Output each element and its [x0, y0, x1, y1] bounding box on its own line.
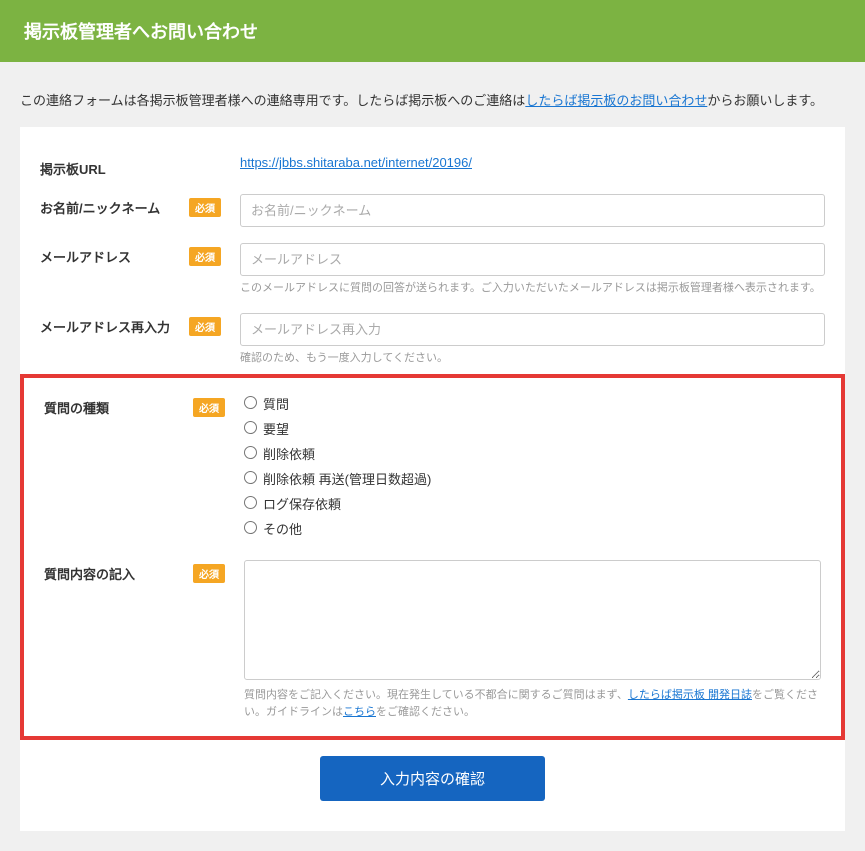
highlight-box: 質問の種類 必須 質問 要望 削除依頼 削除依頼 再送(管理日数超過) ログ保存…	[20, 374, 845, 740]
email-help: このメールアドレスに質問の回答が送られます。ご入力いただいたメールアドレスは掲示…	[240, 280, 825, 297]
radio-label: ログ保存依頼	[263, 497, 341, 512]
label-email-confirm: メールアドレス再入力	[40, 317, 170, 336]
submit-button[interactable]: 入力内容の確認	[320, 756, 545, 801]
row-question-type: 質問の種類 必須 質問 要望 削除依頼 削除依頼 再送(管理日数超過) ログ保存…	[24, 386, 841, 552]
radio-label: 要望	[263, 422, 289, 437]
page-header: 掲示板管理者へお問い合わせ	[0, 0, 865, 62]
label-question-type: 質問の種類	[44, 398, 109, 417]
radio-option[interactable]: 削除依頼 再送(管理日数超過)	[244, 469, 821, 488]
name-input[interactable]	[240, 194, 825, 227]
radio-label: 削除依頼	[263, 447, 315, 462]
required-badge: 必須	[189, 317, 221, 336]
submit-row: 入力内容の確認	[20, 756, 845, 801]
dev-diary-link[interactable]: したらば掲示板 開発日誌	[628, 689, 752, 701]
row-name: お名前/ニックネーム 必須	[20, 186, 845, 235]
radio-group-question-type: 質問 要望 削除依頼 削除依頼 再送(管理日数超過) ログ保存依頼 その他	[244, 394, 821, 538]
label-name: お名前/ニックネーム	[40, 198, 160, 217]
row-email-confirm: メールアドレス再入力 必須 確認のため、もう一度入力してください。	[20, 305, 845, 375]
radio-option[interactable]: その他	[244, 519, 821, 538]
radio-input[interactable]	[244, 496, 257, 509]
intro-suffix: からお願いします。	[707, 93, 823, 108]
row-email: メールアドレス 必須 このメールアドレスに質問の回答が送られます。ご入力いただい…	[20, 235, 845, 305]
content-textarea[interactable]	[244, 560, 821, 680]
form-panel: 掲示板URL https://jbbs.shitaraba.net/intern…	[20, 127, 845, 831]
guideline-link[interactable]: こちら	[343, 706, 376, 718]
radio-option[interactable]: 質問	[244, 394, 821, 413]
intro-prefix: この連絡フォームは各掲示板管理者様への連絡専用です。したらば掲示板へのご連絡は	[20, 93, 525, 108]
content-help: 質問内容をご記入ください。現在発生している不都合に関するご質問はまず、したらば掲…	[244, 687, 821, 720]
intro-text: この連絡フォームは各掲示板管理者様への連絡専用です。したらば掲示板へのご連絡はし…	[0, 62, 865, 127]
label-content: 質問内容の記入	[44, 564, 135, 583]
label-url: 掲示板URL	[40, 159, 106, 178]
radio-label: 削除依頼 再送(管理日数超過)	[263, 472, 431, 487]
radio-input[interactable]	[244, 421, 257, 434]
radio-option[interactable]: 削除依頼	[244, 444, 821, 463]
email-confirm-help: 確認のため、もう一度入力してください。	[240, 350, 825, 367]
radio-label: その他	[263, 522, 302, 537]
board-url-link[interactable]: https://jbbs.shitaraba.net/internet/2019…	[240, 155, 472, 170]
page-title: 掲示板管理者へお問い合わせ	[24, 22, 258, 42]
radio-input[interactable]	[244, 396, 257, 409]
radio-input[interactable]	[244, 446, 257, 459]
email-input[interactable]	[240, 243, 825, 276]
radio-option[interactable]: 要望	[244, 419, 821, 438]
row-content: 質問内容の記入 必須 質問内容をご記入ください。現在発生している不都合に関するご…	[24, 552, 841, 728]
intro-link[interactable]: したらば掲示板のお問い合わせ	[525, 93, 707, 108]
radio-option[interactable]: ログ保存依頼	[244, 494, 821, 513]
radio-label: 質問	[263, 397, 289, 412]
required-badge: 必須	[193, 398, 225, 417]
radio-input[interactable]	[244, 471, 257, 484]
email-confirm-input[interactable]	[240, 313, 825, 346]
radio-input[interactable]	[244, 521, 257, 534]
required-badge: 必須	[189, 247, 221, 266]
required-badge: 必須	[193, 564, 225, 583]
label-email: メールアドレス	[40, 247, 131, 266]
row-url: 掲示板URL https://jbbs.shitaraba.net/intern…	[20, 147, 845, 186]
required-badge: 必須	[189, 198, 221, 217]
